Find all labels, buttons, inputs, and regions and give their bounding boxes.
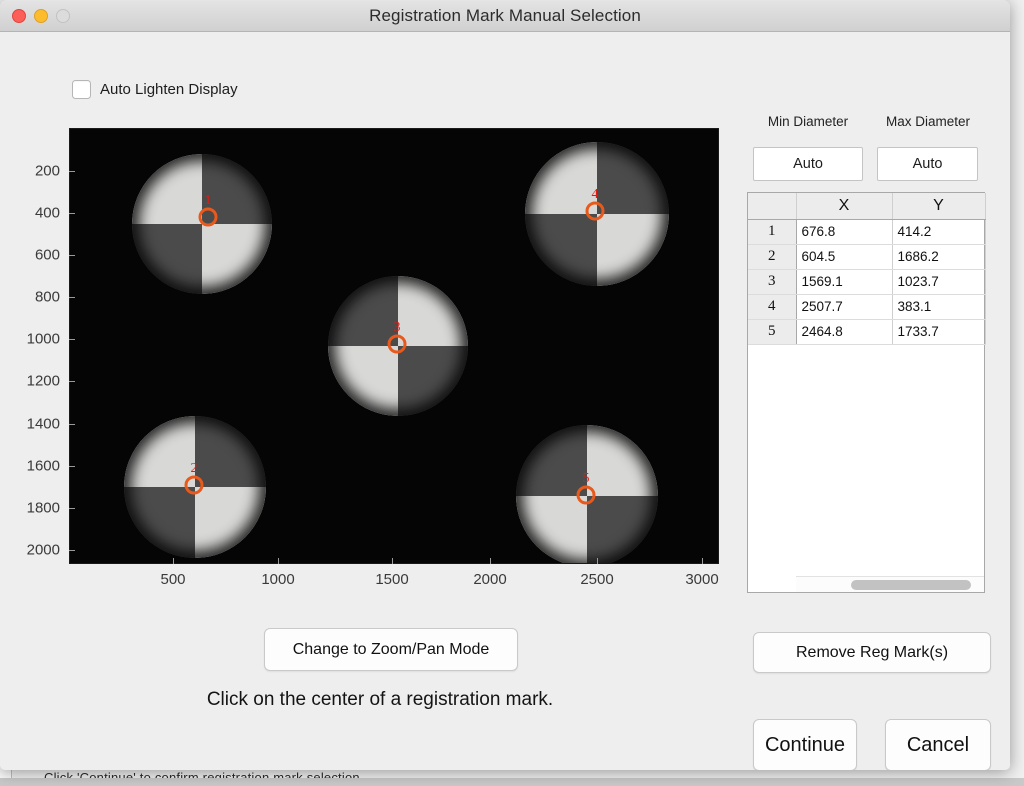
selection-number-2: 2 [190, 461, 198, 476]
y-tickmark [69, 255, 75, 256]
image-axes: 1 2 3 4 5 200 400 600 800 1000 1200 1400… [27, 128, 719, 588]
cell-y[interactable]: 414.2 [892, 219, 986, 245]
table-row[interactable]: 5 2464.8 1733.7 [748, 319, 986, 345]
row-index[interactable]: 5 [748, 319, 797, 345]
y-tick-label: 200 [34, 162, 60, 180]
cell-x[interactable]: 676.8 [796, 219, 893, 245]
y-tickmark [69, 213, 75, 214]
y-tick-label: 800 [34, 288, 60, 306]
x-tick-label: 2000 [473, 571, 507, 588]
y-tick-label: 1400 [26, 415, 60, 433]
cell-x[interactable]: 604.5 [796, 244, 893, 270]
y-tick-label: 2000 [26, 541, 60, 559]
x-tickmark [173, 558, 174, 564]
title-bar: Registration Mark Manual Selection [0, 0, 1010, 32]
table-row[interactable]: 1 676.8 414.2 [748, 219, 986, 245]
selection-number-5: 5 [582, 471, 590, 486]
registration-image[interactable]: 1 2 3 4 5 [69, 128, 719, 564]
change-to-zoom-pan-mode-button[interactable]: Change to Zoom/Pan Mode [264, 628, 518, 671]
coordinates-table: X Y 1 676.8 414.2 2 604.5 1686.2 3 1569.… [748, 193, 986, 345]
selection-ring-3[interactable] [387, 334, 407, 354]
y-tick-label: 1800 [26, 499, 60, 517]
remove-reg-marks-button[interactable]: Remove Reg Mark(s) [753, 632, 991, 673]
row-index[interactable]: 4 [748, 294, 797, 320]
selection-number-1: 1 [204, 193, 212, 208]
max-diameter-input[interactable]: Auto [877, 147, 978, 181]
x-tick-label: 2500 [580, 571, 614, 588]
y-tickmark [69, 339, 75, 340]
table-header-index [748, 193, 797, 220]
y-tickmark [69, 171, 75, 172]
background-bottom-edge [0, 778, 1024, 786]
cell-y[interactable]: 1023.7 [892, 269, 986, 295]
auto-lighten-label: Auto Lighten Display [100, 81, 238, 98]
y-tick-label: 1000 [26, 330, 60, 348]
table-row[interactable]: 2 604.5 1686.2 [748, 244, 986, 270]
x-tickmark [392, 558, 393, 564]
y-tickmark [69, 550, 75, 551]
cell-y[interactable]: 1686.2 [892, 244, 986, 270]
x-tickmark [278, 558, 279, 564]
y-tick-label: 400 [34, 204, 60, 222]
x-tick-label: 500 [160, 571, 186, 588]
table-row[interactable]: 4 2507.7 383.1 [748, 294, 986, 320]
x-tickmark [702, 558, 703, 564]
row-index[interactable]: 3 [748, 269, 797, 295]
y-tick-label: 600 [34, 246, 60, 264]
y-tick-label: 1600 [26, 457, 60, 475]
x-tickmark [490, 558, 491, 564]
min-diameter-label: Min Diameter [767, 114, 849, 129]
y-tickmark [69, 297, 75, 298]
x-tick-label: 3000 [685, 571, 719, 588]
selection-ring-1[interactable] [198, 207, 218, 227]
table-row[interactable]: 3 1569.1 1023.7 [748, 269, 986, 295]
selection-number-3: 3 [393, 320, 401, 335]
x-tickmark [597, 558, 598, 564]
selection-ring-4[interactable] [585, 201, 605, 221]
auto-lighten-checkbox-row[interactable]: Auto Lighten Display [72, 80, 238, 99]
y-tickmark [69, 424, 75, 425]
table-header-row: X Y [748, 193, 986, 220]
dialog-body: Auto Lighten Display 1 2 3 4 5 200 400 6… [0, 32, 1010, 770]
instruction-text: Click on the center of a registration ma… [206, 689, 554, 710]
registration-mark-dialog: Registration Mark Manual Selection Auto … [0, 0, 1010, 770]
max-diameter-label: Max Diameter [885, 114, 971, 129]
cell-y[interactable]: 383.1 [892, 294, 986, 320]
row-index[interactable]: 2 [748, 244, 797, 270]
cell-y[interactable]: 1733.7 [892, 319, 986, 345]
y-tickmark [69, 466, 75, 467]
selection-ring-5[interactable] [576, 485, 596, 505]
coordinates-table-panel[interactable]: X Y 1 676.8 414.2 2 604.5 1686.2 3 1569.… [747, 192, 986, 593]
continue-button[interactable]: Continue [753, 719, 857, 770]
table-horizontal-scrollbar[interactable] [796, 576, 984, 592]
x-tick-label: 1000 [261, 571, 295, 588]
y-tickmark [69, 381, 75, 382]
auto-lighten-checkbox[interactable] [72, 80, 91, 99]
row-index[interactable]: 1 [748, 219, 797, 245]
window-title: Registration Mark Manual Selection [369, 6, 641, 25]
y-tickmark [69, 508, 75, 509]
selection-number-4: 4 [591, 187, 599, 202]
cell-x[interactable]: 2464.8 [796, 319, 893, 345]
table-header-x: X [796, 193, 893, 220]
table-header-y: Y [892, 193, 986, 220]
y-tick-label: 1200 [26, 372, 60, 390]
scrollbar-thumb[interactable] [851, 580, 971, 590]
cancel-button[interactable]: Cancel [885, 719, 991, 770]
cell-x[interactable]: 2507.7 [796, 294, 893, 320]
selection-ring-2[interactable] [184, 475, 204, 495]
min-diameter-input[interactable]: Auto [753, 147, 863, 181]
cell-x[interactable]: 1569.1 [796, 269, 893, 295]
x-tick-label: 1500 [375, 571, 409, 588]
